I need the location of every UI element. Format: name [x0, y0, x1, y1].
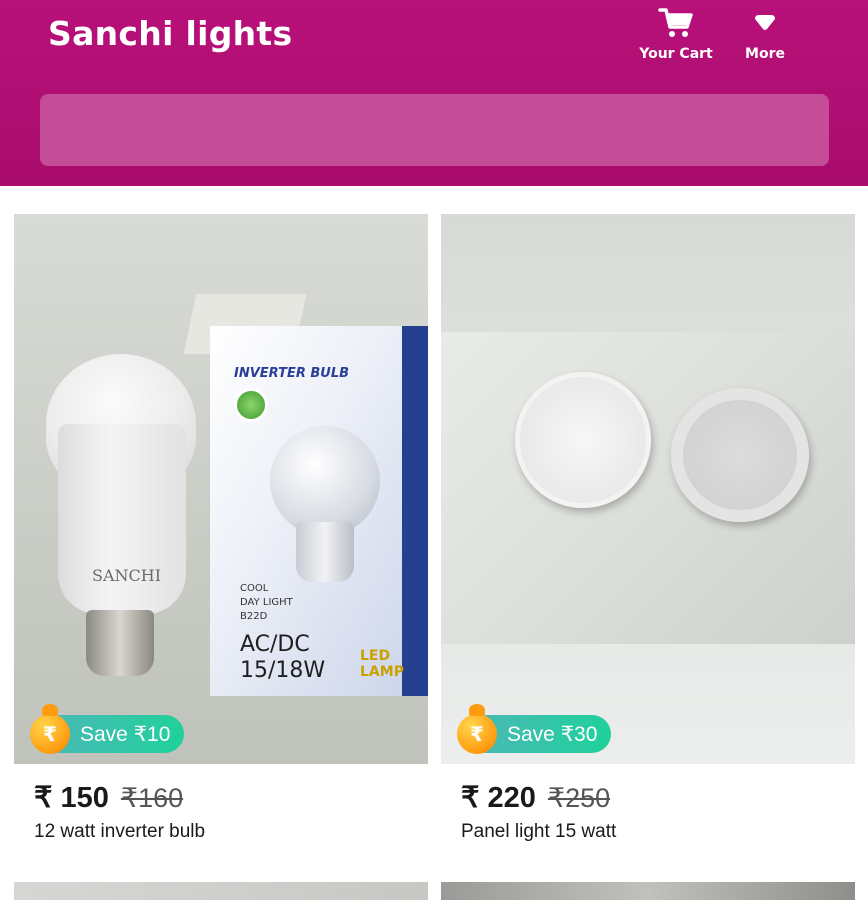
rupee-coin-icon: ₹ — [457, 704, 497, 754]
search-input[interactable] — [40, 94, 829, 166]
price: ₹ 150 — [34, 782, 109, 814]
product-box: INVERTER BULB COOL DAY LIGHT B22D AC/DC … — [210, 326, 428, 696]
product-image[interactable]: ₹ Save ₹30 — [441, 214, 855, 764]
product-card[interactable]: ₹ Save ₹30 ₹ 220 ₹250 Panel light 15 wat… — [441, 214, 855, 842]
cart-button[interactable]: Your Cart — [636, 6, 716, 70]
box-bulb-base — [296, 522, 354, 582]
product-name[interactable]: 12 watt inverter bulb — [34, 821, 205, 843]
more-button[interactable]: More — [740, 6, 790, 70]
bulb-base — [86, 610, 154, 676]
price-row: ₹ 150 ₹160 — [34, 780, 183, 815]
more-label: More — [745, 46, 785, 62]
original-price: ₹250 — [547, 783, 611, 813]
save-badge: ₹ Save ₹10 — [30, 704, 185, 754]
price-row: ₹ 220 ₹250 — [461, 780, 610, 815]
box-logo — [234, 388, 268, 422]
price: ₹ 220 — [461, 782, 536, 814]
product-card-partial[interactable] — [14, 882, 428, 900]
product-image[interactable]: SANCHI INVERTER BULB COOL DAY LIGHT B22D… — [14, 214, 428, 764]
box-spec-text: COOL DAY LIGHT B22D — [240, 583, 293, 622]
shopping-cart-icon — [656, 6, 696, 40]
app-header: Sanchi lights Your Cart More — [0, 0, 868, 186]
cart-label: Your Cart — [639, 46, 713, 62]
panel-light-housing — [671, 388, 809, 522]
box-watt-text: AC/DC 15/18W — [240, 632, 326, 683]
photo-surface — [441, 332, 855, 644]
product-card-partial[interactable] — [441, 882, 855, 900]
panel-light-disc — [515, 372, 651, 508]
box-title: INVERTER BULB — [234, 366, 350, 381]
product-name[interactable]: Panel light 15 watt — [461, 821, 616, 843]
bulb-body — [58, 424, 186, 614]
box-led-text: LED LAMP — [360, 648, 404, 680]
chevron-down-icon — [745, 6, 785, 40]
save-badge: ₹ Save ₹30 — [457, 704, 612, 754]
app-title: Sanchi lights — [48, 14, 293, 53]
product-card[interactable]: SANCHI INVERTER BULB COOL DAY LIGHT B22D… — [14, 214, 428, 842]
bulb-brand-text: SANCHI — [92, 566, 162, 585]
original-price: ₹160 — [120, 783, 184, 813]
rupee-coin-icon: ₹ — [30, 704, 70, 754]
box-bulb-image — [270, 426, 380, 536]
